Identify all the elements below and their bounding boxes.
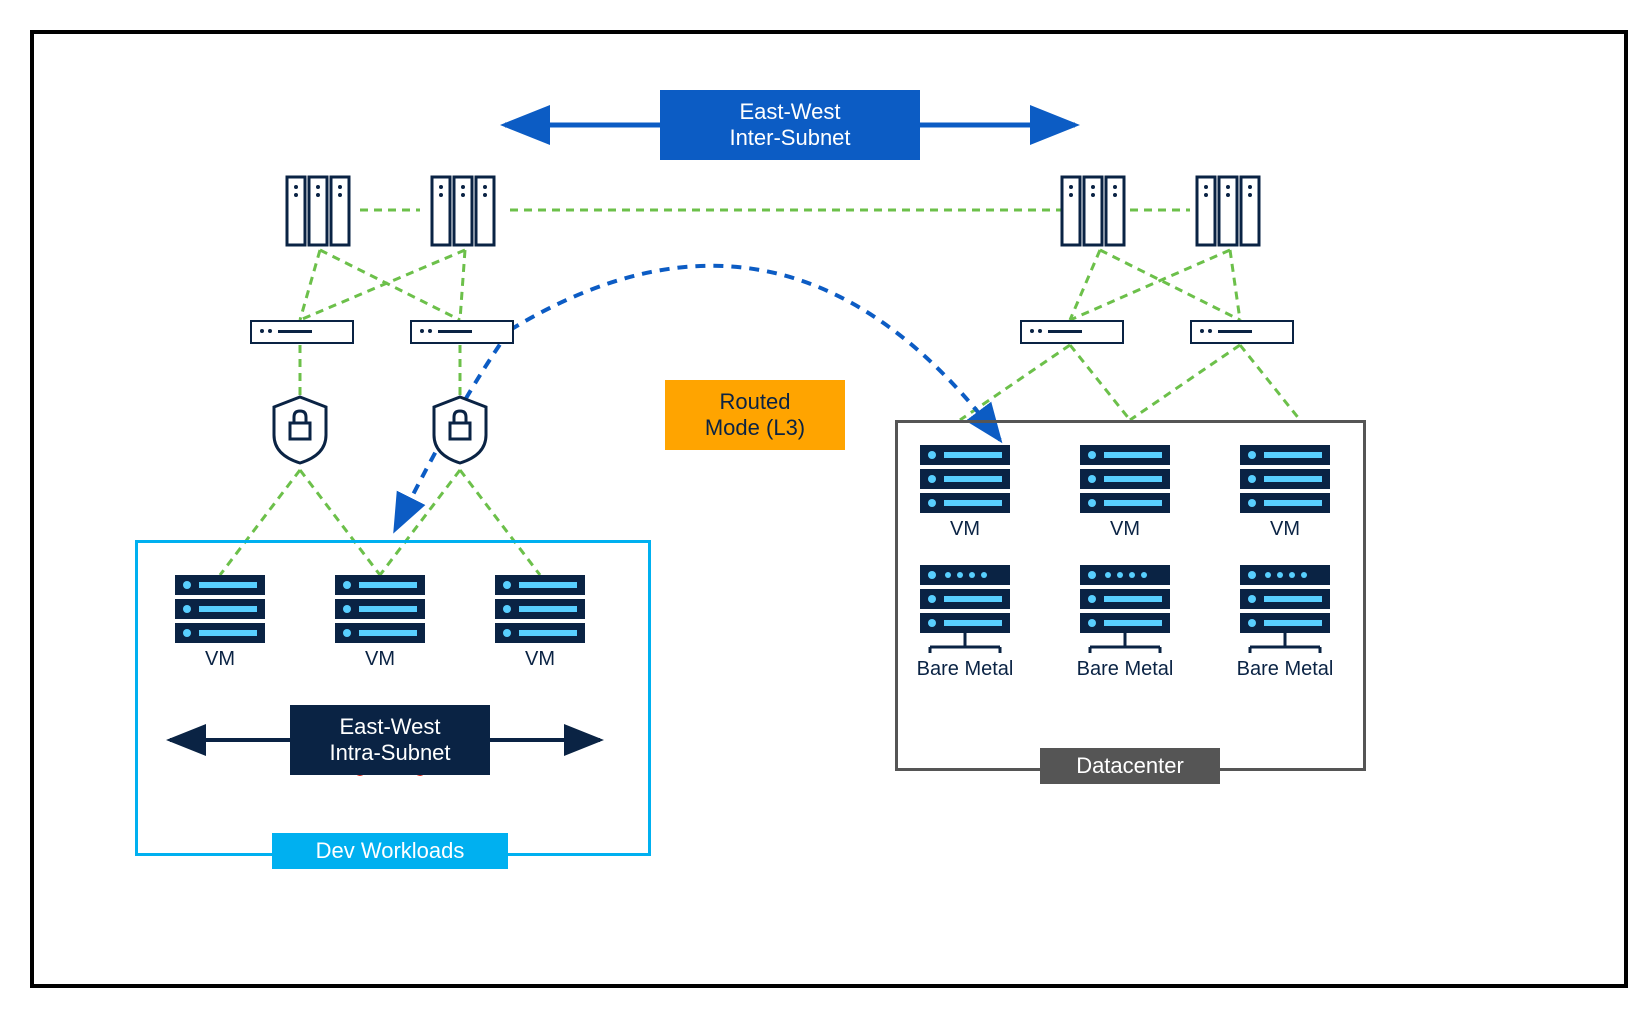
bare-metal-label: Bare Metal bbox=[1065, 658, 1185, 681]
dev-workloads-label: Dev Workloads bbox=[272, 833, 508, 869]
spine-switch-icon bbox=[1060, 175, 1130, 247]
vm-icon bbox=[1240, 445, 1330, 515]
firewall-icon bbox=[430, 395, 490, 465]
leaf-switch-icon bbox=[250, 320, 354, 344]
east-west-intra-subnet-label: East-West Intra-Subnet bbox=[290, 705, 490, 775]
vm-icon bbox=[920, 445, 1010, 515]
bare-metal-label: Bare Metal bbox=[905, 658, 1025, 681]
vm-label: VM bbox=[920, 518, 1010, 541]
firewall-icon bbox=[270, 395, 330, 465]
spine-switch-icon bbox=[285, 175, 355, 247]
bare-metal-icon bbox=[1080, 565, 1170, 655]
vm-icon bbox=[175, 575, 265, 645]
vm-label: VM bbox=[175, 648, 265, 671]
vm-label: VM bbox=[495, 648, 585, 671]
leaf-switch-icon bbox=[1190, 320, 1294, 344]
spine-switch-icon bbox=[430, 175, 500, 247]
bare-metal-icon bbox=[920, 565, 1010, 655]
vm-label: VM bbox=[1240, 518, 1330, 541]
leaf-switch-icon bbox=[410, 320, 514, 344]
spine-switch-icon bbox=[1195, 175, 1265, 247]
vm-icon bbox=[495, 575, 585, 645]
bare-metal-icon bbox=[1240, 565, 1330, 655]
east-west-inter-subnet-label: East-West Inter-Subnet bbox=[660, 90, 920, 160]
datacenter-label: Datacenter bbox=[1040, 748, 1220, 784]
bare-metal-label: Bare Metal bbox=[1225, 658, 1345, 681]
vm-label: VM bbox=[1080, 518, 1170, 541]
leaf-switch-icon bbox=[1020, 320, 1124, 344]
vm-label: VM bbox=[335, 648, 425, 671]
vm-icon bbox=[1080, 445, 1170, 515]
routed-mode-label: Routed Mode (L3) bbox=[665, 380, 845, 450]
vm-icon bbox=[335, 575, 425, 645]
